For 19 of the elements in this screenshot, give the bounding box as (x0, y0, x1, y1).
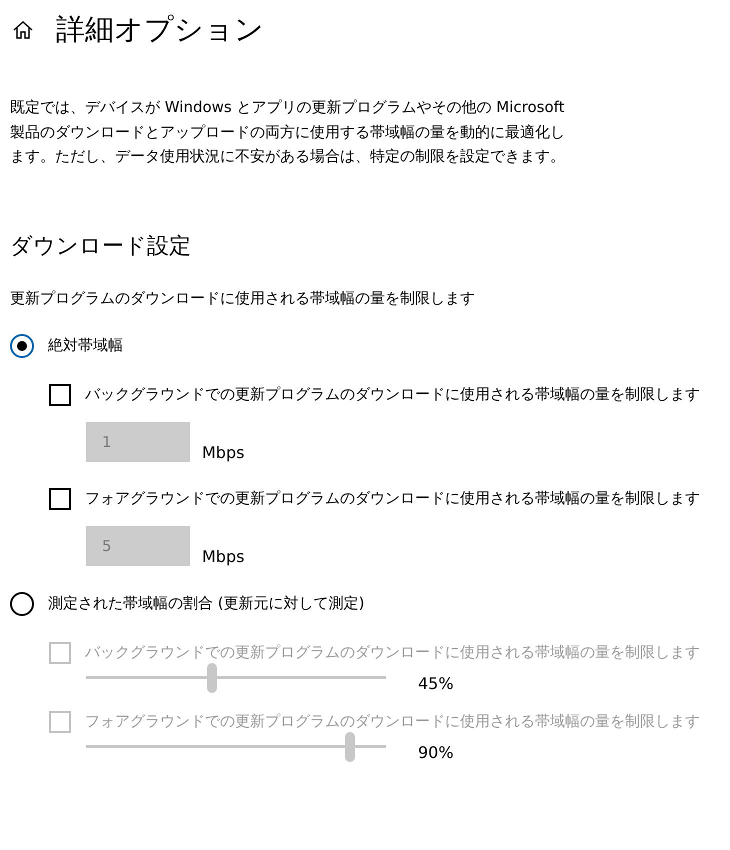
checkbox[interactable] (49, 488, 71, 510)
radio-label: 測定された帯域幅の割合 (更新元に対して測定) (48, 594, 364, 613)
home-icon[interactable] (12, 19, 34, 41)
section-subtitle: 更新プログラムのダウンロードに使用される帯域幅の量を制限します (10, 288, 476, 308)
unit-label: Mbps (202, 546, 244, 566)
checkbox-label: フォアグラウンドでの更新プログラムのダウンロードに使用される帯域幅の量を制限します (85, 712, 700, 731)
radio-button[interactable] (10, 592, 34, 616)
page-title: 詳細オプション (56, 11, 264, 48)
checkbox[interactable] (49, 384, 71, 406)
radio-label: 絶対帯域幅 (48, 336, 123, 355)
checkbox-label: フォアグラウンドでの更新プログラムのダウンロードに使用される帯域幅の量を制限します (85, 489, 700, 508)
description-text: 既定では、デバイスが Windows とアプリの更新プログラムやその他の Microsoft 製品のダウンロードとアップロードの両方に使用する帯域幅の量を動的に最適化します。ただし、データ使用状況に不安がある場合は、特定の制限を設定できます。 (10, 97, 566, 167)
checkbox-label: バックグラウンドでの更新プログラムのダウンロードに使用される帯域幅の量を制限します (85, 643, 700, 662)
unit-label: Mbps (202, 442, 244, 462)
checkbox-label: バックグラウンドでの更新プログラムのダウンロードに使用される帯域幅の量を制限します (85, 385, 700, 404)
radio-button[interactable] (10, 334, 34, 358)
percent-label: 45% (418, 674, 454, 692)
section-heading: ダウンロード設定 (10, 232, 192, 260)
percent-label: 90% (418, 742, 454, 762)
